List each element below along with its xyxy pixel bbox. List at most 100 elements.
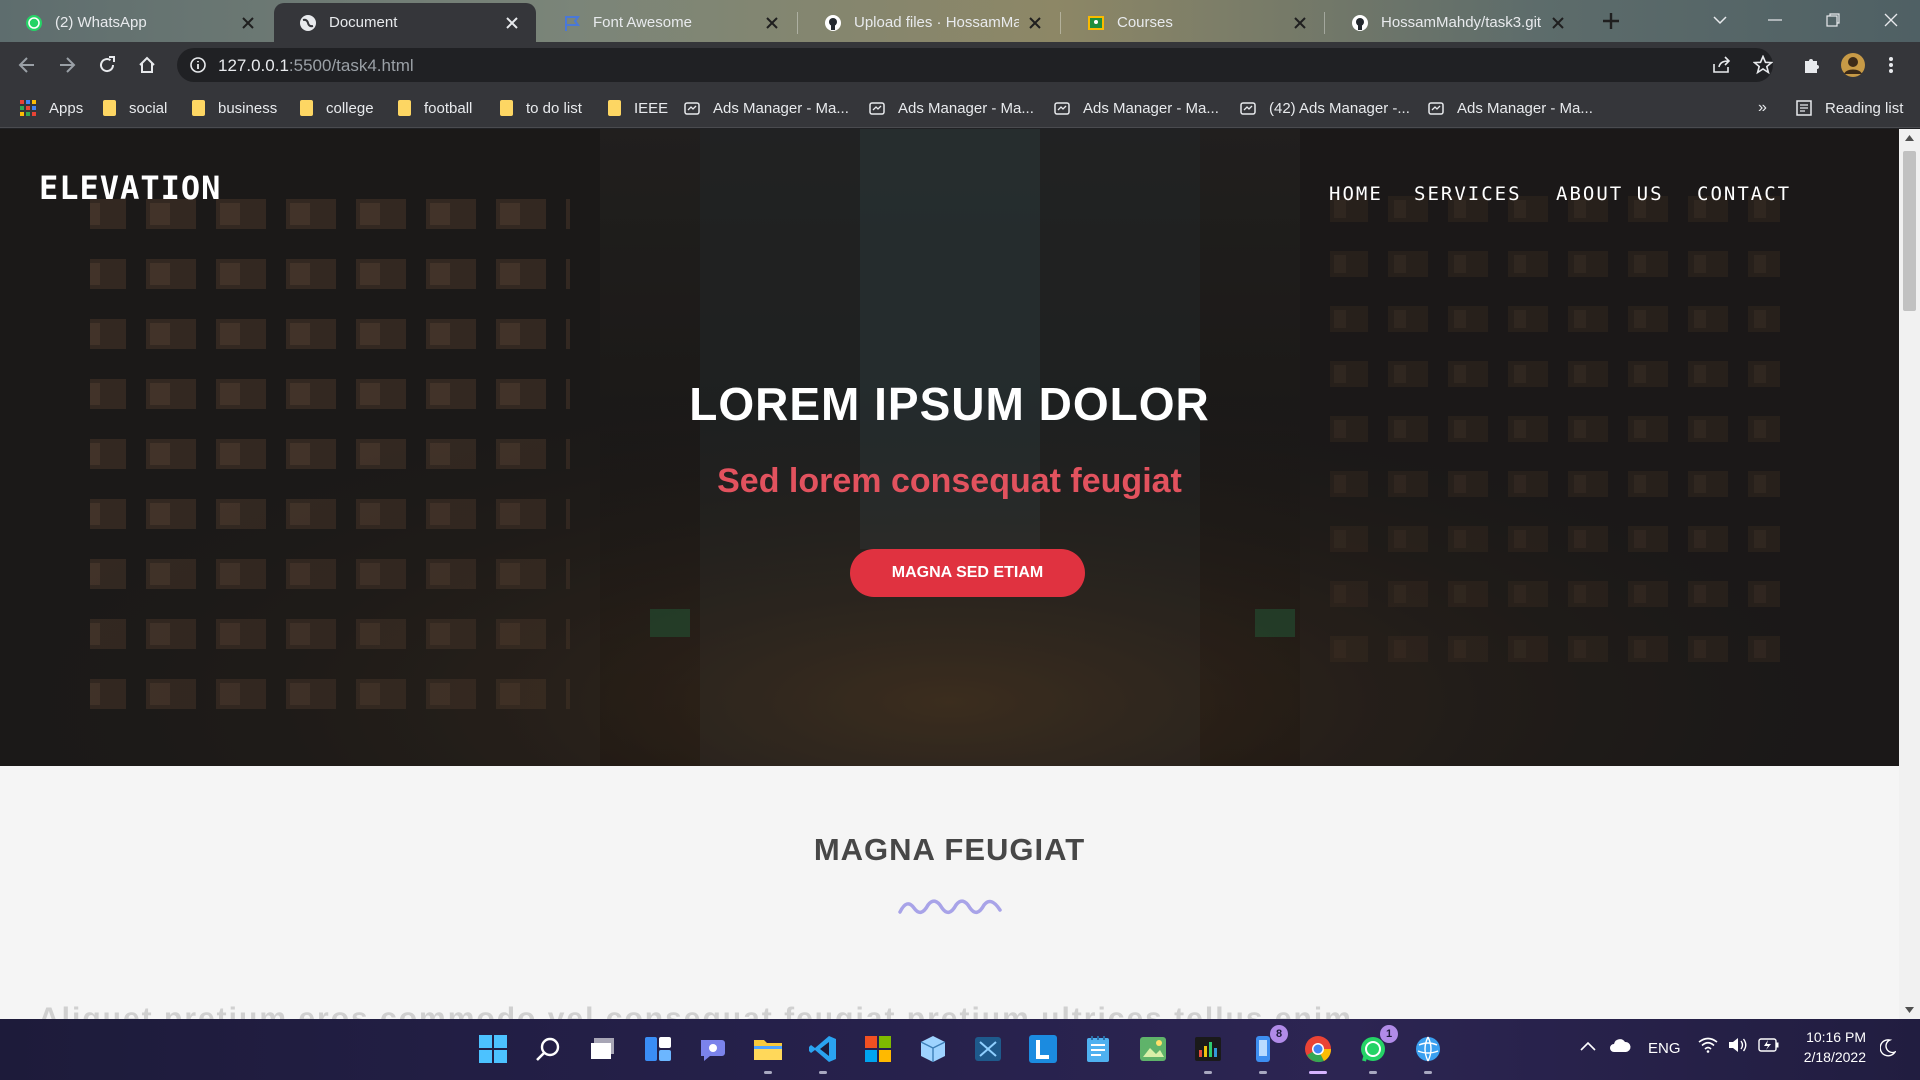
clock-date[interactable]: 2/18/2022 <box>1800 1049 1866 1065</box>
bookmark-ads-manager-3[interactable]: Ads Manager - Ma... <box>1054 97 1219 119</box>
bookmark-ads-manager-2[interactable]: Ads Manager - Ma... <box>869 97 1034 119</box>
close-icon[interactable] <box>502 13 522 33</box>
bookmark-label: (42) Ads Manager -... <box>1269 99 1410 117</box>
bookmark-label: business <box>218 99 278 117</box>
forward-button[interactable] <box>52 50 82 80</box>
notepad-icon[interactable] <box>1079 1030 1117 1068</box>
vscode-icon[interactable] <box>804 1030 842 1074</box>
bookmark-apps[interactable]: Apps <box>20 97 83 119</box>
tab-document[interactable]: Document <box>274 3 536 42</box>
nav-link-services[interactable]: SERVICES <box>1414 183 1522 205</box>
windows-taskbar: 8 1 ENG 10:16 PM 2/18/2022 <box>0 1019 1920 1080</box>
settings-globe-icon[interactable] <box>1409 1030 1447 1074</box>
task-view-icon[interactable] <box>584 1030 622 1068</box>
show-hidden-icons-chevron-icon[interactable] <box>1580 1041 1596 1051</box>
terminal-icon[interactable] <box>1189 1030 1227 1074</box>
close-icon[interactable] <box>1290 13 1310 33</box>
tab-search-button[interactable] <box>1695 0 1745 40</box>
running-indicator <box>764 1071 772 1074</box>
l-app-icon[interactable] <box>1024 1030 1062 1068</box>
clock-time[interactable]: 10:16 PM <box>1800 1029 1866 1045</box>
scroll-down-icon[interactable] <box>1905 1007 1914 1013</box>
minimize-button[interactable] <box>1750 0 1800 40</box>
reading-list-button[interactable]: Reading list <box>1796 97 1903 119</box>
bookmarks-overflow-button[interactable]: » <box>1758 97 1767 119</box>
close-icon[interactable] <box>762 13 782 33</box>
home-button[interactable] <box>132 50 162 80</box>
browser-toolbar: 127.0.0.1:5500/task4.html <box>0 42 1920 88</box>
close-icon[interactable] <box>238 13 258 33</box>
wifi-icon[interactable] <box>1698 1037 1718 1053</box>
ads-manager-icon <box>1428 100 1444 116</box>
office-icon[interactable] <box>859 1030 897 1068</box>
nav-link-home[interactable]: HOME <box>1329 183 1383 205</box>
file-explorer-icon[interactable] <box>749 1030 787 1074</box>
bookmark-star-icon[interactable] <box>1748 50 1778 80</box>
bookmark-folder-ieee[interactable]: IEEE <box>608 97 668 119</box>
3d-box-icon[interactable] <box>914 1030 952 1068</box>
tab-whatsapp[interactable]: (2) WhatsApp <box>0 3 272 42</box>
close-icon[interactable] <box>1025 13 1045 33</box>
menu-kebab-icon[interactable] <box>1876 50 1906 80</box>
share-icon[interactable] <box>1707 50 1737 80</box>
bookmark-ads-manager-4[interactable]: (42) Ads Manager -... <box>1240 97 1410 119</box>
whatsapp-icon[interactable]: 1 <box>1354 1025 1398 1074</box>
page-scrollbar[interactable] <box>1899 129 1920 1019</box>
site-logo[interactable]: ELEVATION <box>39 169 221 207</box>
nav-link-contact[interactable]: CONTACT <box>1697 183 1791 205</box>
bookmark-ads-manager-5[interactable]: Ads Manager - Ma... <box>1428 97 1593 119</box>
nav-link-about-us[interactable]: ABOUT US <box>1556 183 1664 205</box>
bookmark-folder-football[interactable]: football <box>398 97 472 119</box>
tab-title: (2) WhatsApp <box>55 14 147 31</box>
image-viewer-icon[interactable] <box>1134 1030 1172 1068</box>
windows-start-icon[interactable] <box>474 1030 512 1068</box>
reading-list-label: Reading list <box>1825 99 1904 117</box>
battery-icon[interactable] <box>1758 1038 1780 1052</box>
tab-task3-repo[interactable]: HossamMahdy/task3.github.io <box>1326 3 1582 42</box>
search-icon[interactable] <box>529 1030 567 1068</box>
phone-link-icon[interactable]: 8 <box>1244 1025 1288 1074</box>
bookmark-folder-college[interactable]: college <box>300 97 374 119</box>
bookmark-label: Ads Manager - Ma... <box>1083 99 1219 117</box>
tab-title: Font Awesome <box>593 14 692 31</box>
language-indicator[interactable]: ENG <box>1648 1040 1681 1057</box>
widgets-icon[interactable] <box>639 1030 677 1068</box>
bookmark-folder-to-do-list[interactable]: to do list <box>500 97 582 119</box>
scroll-thumb[interactable] <box>1903 151 1916 311</box>
globe-icon <box>298 13 317 32</box>
profile-avatar[interactable] <box>1838 50 1868 80</box>
hero-cta-button[interactable]: MAGNA SED ETIAM <box>850 549 1085 597</box>
tab-title: Courses <box>1117 14 1173 31</box>
github-icon <box>1350 13 1369 32</box>
volume-icon[interactable] <box>1728 1037 1748 1053</box>
bookmark-folder-business[interactable]: business <box>192 97 277 119</box>
page-viewport: ELEVATION HOME SERVICES ABOUT US CONTACT… <box>0 129 1899 1019</box>
whatsapp-icon <box>24 13 43 32</box>
reading-list-icon <box>1796 100 1812 116</box>
close-icon[interactable] <box>1548 13 1568 33</box>
tab-courses[interactable]: Courses <box>1062 3 1324 42</box>
address-bar[interactable]: 127.0.0.1:5500/task4.html <box>177 48 1773 82</box>
bookmark-ads-manager-1[interactable]: Ads Manager - Ma... <box>684 97 849 119</box>
restore-button[interactable] <box>1808 0 1858 40</box>
url-path: :5500/task4.html <box>288 56 414 75</box>
tab-font-awesome[interactable]: Font Awesome <box>538 3 796 42</box>
tab-upload-files[interactable]: Upload files · HossamMahdy <box>799 3 1059 42</box>
running-indicator <box>1369 1071 1377 1074</box>
focus-assist-moon-icon[interactable] <box>1880 1039 1896 1057</box>
close-window-button[interactable] <box>1866 0 1916 40</box>
extensions-puzzle-icon[interactable] <box>1797 50 1827 80</box>
info-icon[interactable] <box>189 56 207 74</box>
bookmark-folder-social[interactable]: social <box>103 97 167 119</box>
teams-chat-icon[interactable] <box>694 1030 732 1068</box>
onedrive-cloud-icon[interactable] <box>1609 1037 1631 1053</box>
reload-button[interactable] <box>92 50 122 80</box>
tab-title: Document <box>329 14 398 31</box>
bookmark-label: IEEE <box>634 99 669 117</box>
back-button[interactable] <box>12 50 42 80</box>
snipping-icon[interactable] <box>969 1030 1007 1068</box>
new-tab-button[interactable] <box>1599 9 1623 33</box>
bookmark-label: social <box>129 99 168 117</box>
scroll-up-icon[interactable] <box>1905 135 1914 141</box>
chrome-icon[interactable] <box>1299 1030 1337 1074</box>
